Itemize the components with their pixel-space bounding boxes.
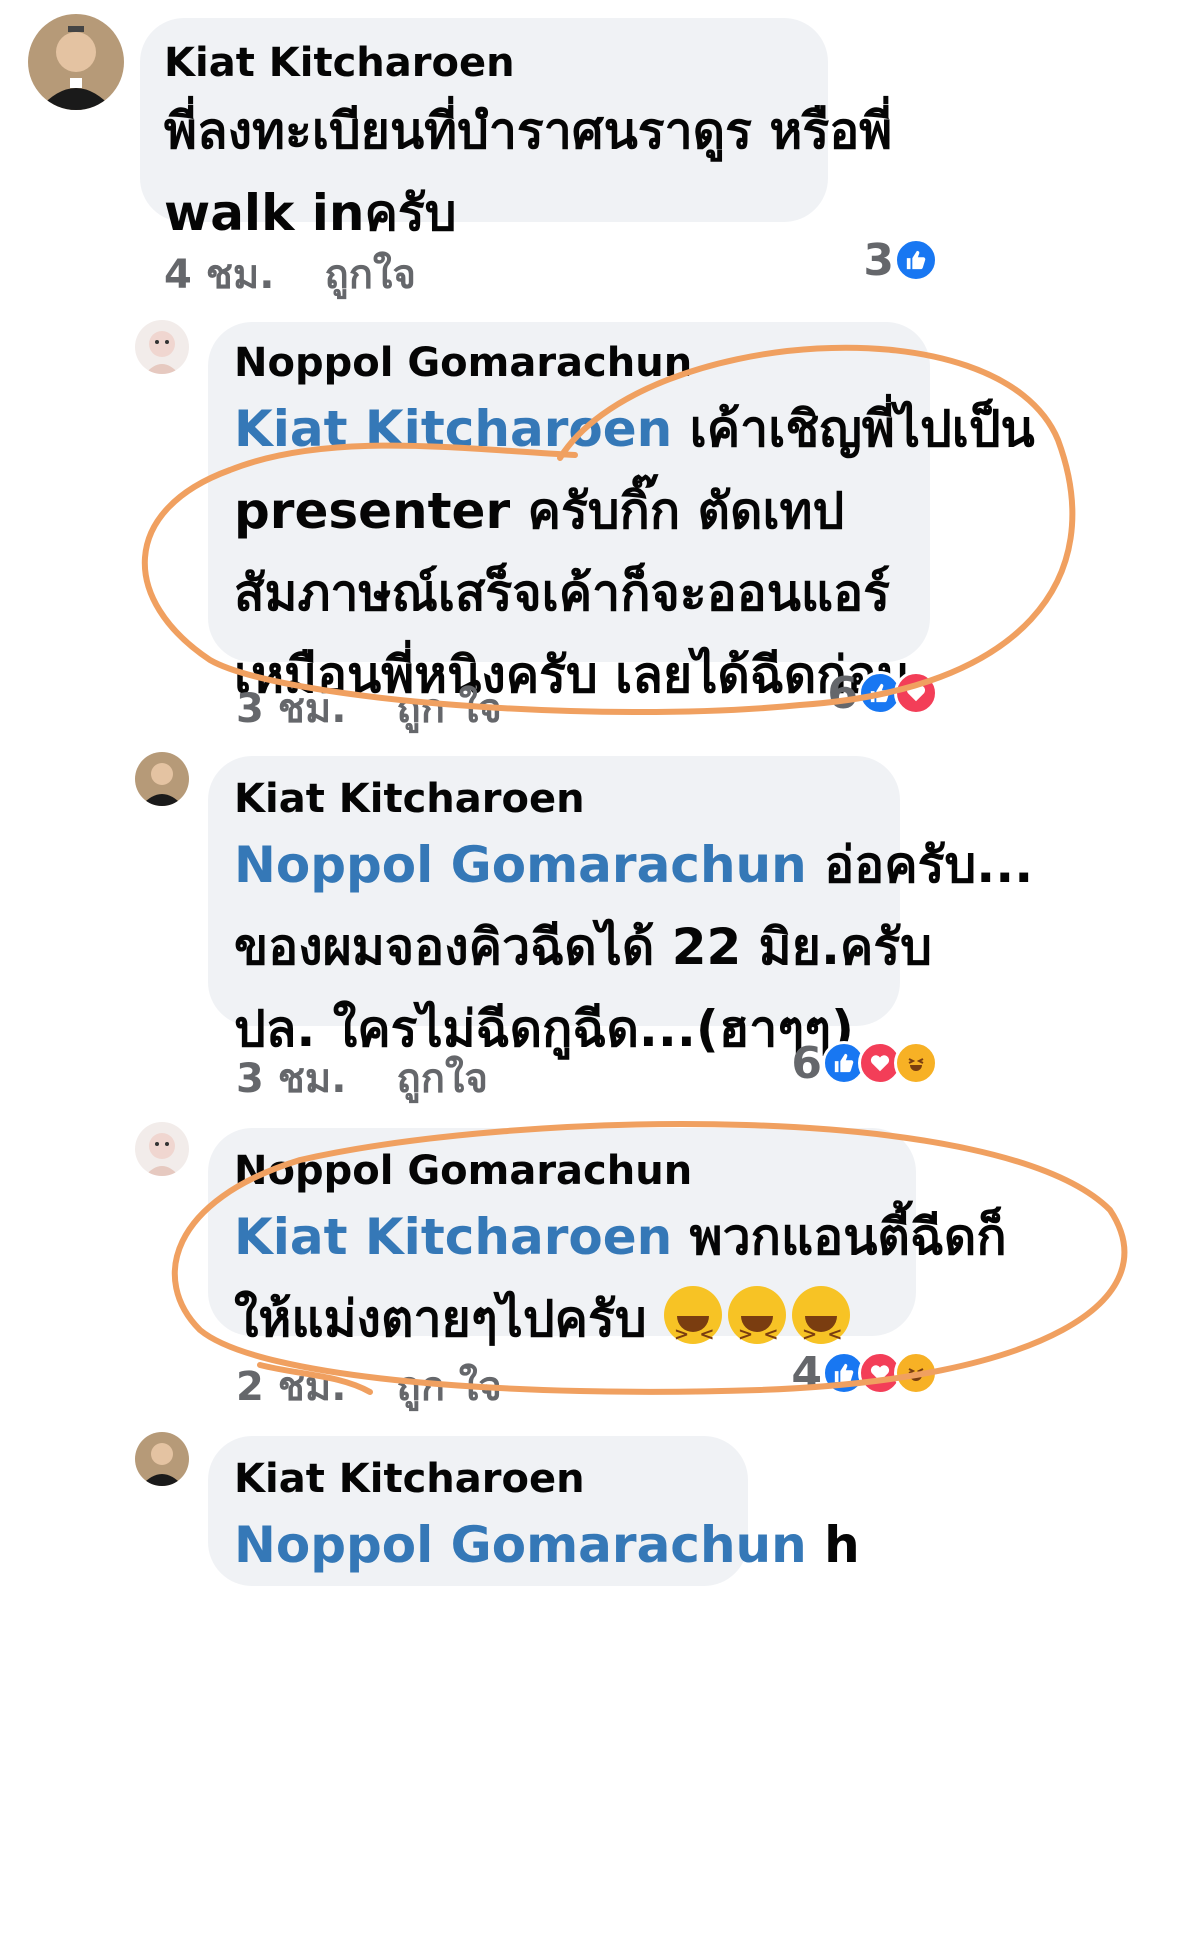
comment-bubble: Kiat Kitcharoen พี่ลงทะเบียนที่บำราศนราด… bbox=[140, 18, 893, 242]
reaction-count: 4 bbox=[791, 1347, 822, 1399]
mention-link[interactable]: Noppol Gomarachun bbox=[234, 836, 807, 894]
comment-text: อ่อครับ... bbox=[824, 836, 1034, 894]
comment-bubble: Noppol Gomarachun Kiat Kitcharoen เค้าเช… bbox=[208, 322, 1035, 704]
avatar-noppol[interactable] bbox=[135, 1122, 189, 1176]
comment-author[interactable]: Kiat Kitcharoen bbox=[234, 776, 874, 822]
comment-time[interactable]: 4 ชม. bbox=[164, 252, 274, 298]
like-button[interactable]: ถูกใจ bbox=[396, 1056, 487, 1102]
comment-text-line: presenter ครับกิ๊ก ตัดเทป bbox=[234, 482, 845, 540]
laughing-emoji-icon bbox=[792, 1286, 851, 1376]
comment-author[interactable]: Kiat Kitcharoen bbox=[234, 1456, 722, 1502]
comment-time[interactable]: 3 ชม. bbox=[236, 686, 346, 732]
haha-reaction-icon bbox=[894, 1351, 938, 1395]
laughing-emoji-icon bbox=[664, 1286, 723, 1376]
mention-link[interactable]: Kiat Kitcharoen bbox=[234, 400, 672, 458]
reaction-summary[interactable]: 6 bbox=[827, 667, 938, 719]
mention-link[interactable]: Kiat Kitcharoen bbox=[234, 1208, 672, 1266]
comment-time[interactable]: 3 ชม. bbox=[236, 1056, 346, 1102]
mention-link[interactable]: Noppol Gomarachun bbox=[234, 1516, 807, 1574]
comment-text: พวกแอนตี้ฉีดก็ bbox=[689, 1208, 1007, 1266]
reaction-summary[interactable]: 4 bbox=[791, 1347, 938, 1399]
comment-meta: 3 ชม. ถูก ใจ bbox=[236, 676, 502, 740]
avatar-kiat[interactable] bbox=[135, 1432, 189, 1486]
comment-author[interactable]: Kiat Kitcharoen bbox=[164, 40, 804, 86]
comment-author[interactable]: Noppol Gomarachun bbox=[234, 1148, 890, 1194]
comment-text-line: สัมภาษณ์เสร็จเค้าก็จะออนแอร์ bbox=[234, 564, 891, 622]
comment-meta: 3 ชม. ถูกใจ bbox=[236, 1046, 488, 1110]
comment-text-line: ให้แม่งตายๆไปครับ bbox=[234, 1290, 647, 1348]
love-reaction-icon bbox=[894, 671, 938, 715]
like-button[interactable]: ถูก ใจ bbox=[396, 1364, 501, 1410]
comment-meta: 2 ชม. ถูก ใจ bbox=[236, 1354, 502, 1418]
reaction-count: 6 bbox=[827, 667, 858, 719]
comment-bubble: Noppol Gomarachun Kiat Kitcharoen พวกแอน… bbox=[208, 1128, 1007, 1376]
laughing-emoji-icon bbox=[728, 1286, 787, 1376]
reaction-summary[interactable]: 3 bbox=[863, 234, 938, 286]
comment-bubble: Kiat Kitcharoen Noppol Gomarachun h bbox=[208, 1436, 860, 1586]
like-button[interactable]: ถูก ใจ bbox=[396, 686, 501, 732]
reaction-summary[interactable]: 6 bbox=[791, 1037, 938, 1089]
reaction-count: 6 bbox=[791, 1037, 822, 1089]
like-reaction-icon bbox=[894, 238, 938, 282]
haha-reaction-icon bbox=[894, 1041, 938, 1085]
avatar-kiat[interactable] bbox=[135, 752, 189, 806]
comment-text: h bbox=[824, 1516, 860, 1574]
comment-text: เค้าเชิญพี่ไปเป็น bbox=[689, 400, 1035, 458]
comment-meta: 4 ชม. ถูกใจ bbox=[164, 242, 416, 306]
comment-text-line: พี่ลงทะเบียนที่บำราศนราดูร หรือพี่ bbox=[164, 102, 893, 160]
comment-bubble: Kiat Kitcharoen Noppol Gomarachun อ่อครั… bbox=[208, 756, 1033, 1058]
avatar-kiat[interactable] bbox=[28, 14, 124, 110]
comment-author[interactable]: Noppol Gomarachun bbox=[234, 340, 904, 386]
avatar-noppol[interactable] bbox=[135, 320, 189, 374]
like-button[interactable]: ถูกใจ bbox=[324, 252, 415, 298]
comment-time[interactable]: 2 ชม. bbox=[236, 1364, 346, 1410]
comment-text-line: ของผมจองคิวฉีดได้ 22 มิย.ครับ bbox=[234, 918, 932, 976]
reaction-count: 3 bbox=[863, 234, 894, 286]
